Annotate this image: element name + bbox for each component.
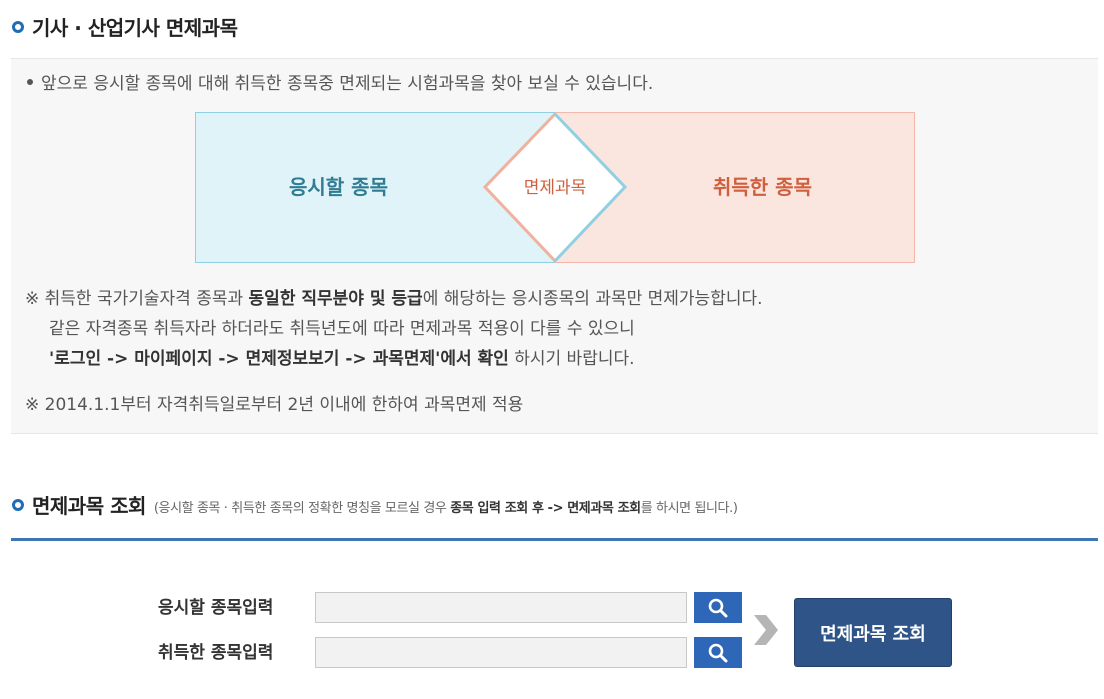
section-heading-exemption: 기사 · 산업기사 면제과목 [12,12,238,41]
diagram-apply-label: 응시할 종목 [289,175,388,199]
acquired-subject-input[interactable] [315,637,687,668]
note-exemption-rule: ※ 취득한 국가기술자격 종목과 동일한 직무분야 및 등급에 해당하는 응시종… [25,289,763,369]
apply-subject-search-button[interactable] [694,592,742,623]
acquired-subject-search-button[interactable] [694,637,742,668]
dot-bullet-icon [27,78,33,85]
diagram-acquired-label: 취득한 종목 [713,175,812,199]
search-icon [708,643,728,662]
search-icon [708,598,728,617]
acquired-subject-label: 취득한 종목입력 [158,643,274,663]
section-title: 면제과목 조회 [32,494,146,518]
apply-subject-label: 응시할 종목입력 [158,598,274,618]
ring-bullet-icon [12,498,24,511]
section-heading-lookup: 면제과목 조회 (응시할 종목 · 취득한 종목의 정확한 명칭을 모르실 경우… [12,490,738,519]
ring-bullet-icon [12,20,24,33]
apply-subject-input[interactable] [315,592,687,623]
section-description: (응시할 종목 · 취득한 종목의 정확한 명칭을 모르실 경우 종목 입력 조… [153,501,738,516]
exemption-diagram: 응시할 종목 면제과목 취득한 종목 [195,112,915,263]
diagram-exempt-label: 면제과목 [523,178,587,198]
info-box: 앞으로 응시할 종목에 대해 취득한 종목중 면제되는 시험과목을 찾아 보실 … [11,58,1098,434]
intro-text: 앞으로 응시할 종목에 대해 취득한 종목중 면제되는 시험과목을 찾아 보실 … [27,69,653,94]
exemption-lookup-button[interactable]: 면제과목 조회 [794,598,952,667]
chevron-right-icon [754,615,778,645]
section-title: 기사 · 산업기사 면제과목 [32,16,238,40]
note-date-rule: ※ 2014.1.1부터 자격취득일로부터 2년 이내에 한하여 과목면제 적용 [25,395,524,415]
section-divider [11,538,1098,541]
